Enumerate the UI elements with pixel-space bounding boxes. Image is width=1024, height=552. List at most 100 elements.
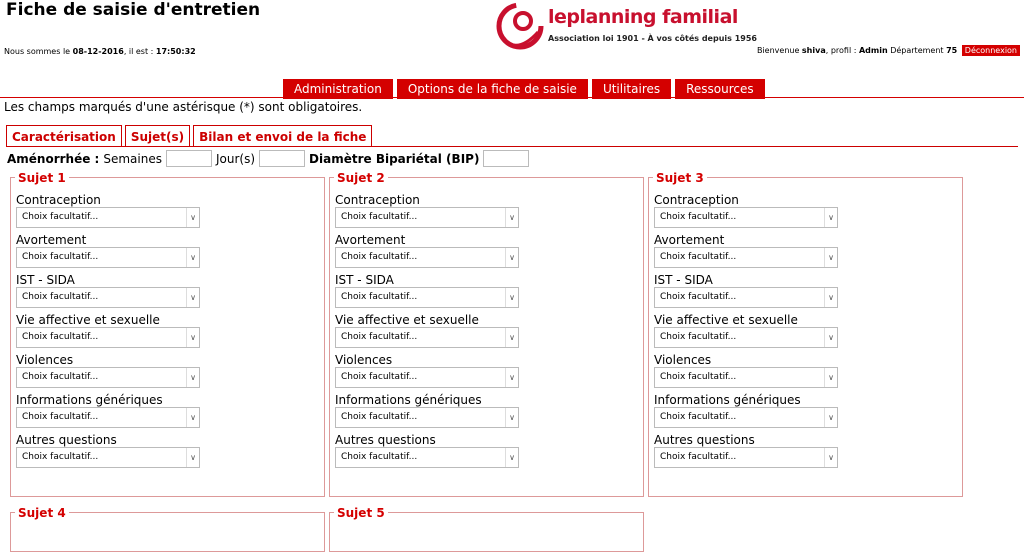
chevron-down-icon: ∨ [505,288,518,307]
page-title: Fiche de saisie d'entretien [6,0,261,20]
field-label: Vie affective et sexuelle [16,313,160,327]
select-value: Choix facultatif... [660,252,737,262]
select-value: Choix facultatif... [22,292,99,302]
weeks-input[interactable] [165,150,212,167]
chevron-down-icon: ∨ [824,368,837,387]
field-select[interactable]: Choix facultatif... ∨ [654,207,838,228]
field-label: Vie affective et sexuelle [335,313,479,327]
field-label: Informations génériques [654,393,801,407]
menu-item-utilitaires[interactable]: Utilitaires [591,79,672,99]
select-value: Choix facultatif... [660,452,737,462]
field-label: Avortement [335,233,406,247]
chevron-down-icon: ∨ [186,248,199,267]
chevron-down-icon: ∨ [505,328,518,347]
chevron-down-icon: ∨ [505,368,518,387]
select-value: Choix facultatif... [341,292,418,302]
select-value: Choix facultatif... [660,332,737,342]
date-prefix: Nous sommes le [4,47,71,56]
bip-input[interactable] [483,150,530,167]
field-select[interactable]: Choix facultatif... ∨ [16,407,200,428]
select-value: Choix facultatif... [660,212,737,222]
field-label: Contraception [335,193,420,207]
subject-panel-5: Sujet 5 [329,506,644,552]
chevron-down-icon: ∨ [186,208,199,227]
menu-item-ressources[interactable]: Ressources [675,79,765,99]
menu-divider [0,97,1024,98]
field-label: Violences [654,353,712,367]
logout-button[interactable]: Déconnexion [961,45,1020,56]
chevron-down-icon: ∨ [505,448,518,467]
field-select[interactable]: Choix facultatif... ∨ [16,207,200,228]
tab-bar: Caractérisation Sujet(s) Bilan et envoi … [6,125,373,147]
select-value: Choix facultatif... [660,372,737,382]
field-select[interactable]: Choix facultatif... ∨ [654,327,838,348]
subject-panel-4: Sujet 4 [10,506,325,552]
field-label: Avortement [16,233,87,247]
field-label: Violences [335,353,393,367]
username: shiva [801,46,826,55]
field-label: Violences [16,353,74,367]
tab-sujets[interactable]: Sujet(s) [124,125,191,147]
chevron-down-icon: ∨ [186,328,199,347]
logo-text: leplanning familial [548,6,738,28]
field-label: Avortement [654,233,725,247]
field-select[interactable]: Choix facultatif... ∨ [16,367,200,388]
chevron-down-icon: ∨ [824,448,837,467]
select-value: Choix facultatif... [22,372,99,382]
subject-legend: Sujet 2 [334,171,388,185]
chevron-down-icon: ∨ [824,408,837,427]
menu-item-administration[interactable]: Administration [283,79,393,99]
amenorrhee-row: Aménorrhée : Semaines Jour(s) Diamètre B… [7,150,530,167]
tab-caracterisation[interactable]: Caractérisation [6,125,122,147]
select-value: Choix facultatif... [22,452,99,462]
select-value: Choix facultatif... [341,452,418,462]
weeks-label: Semaines [103,151,162,166]
field-select[interactable]: Choix facultatif... ∨ [16,247,200,268]
field-select[interactable]: Choix facultatif... ∨ [16,327,200,348]
logo-subtitle: Association loi 1901 - À vos côtés depui… [548,34,757,43]
field-select[interactable]: Choix facultatif... ∨ [335,407,519,428]
current-date: 08-12-2016 [72,47,124,56]
bip-label: Diamètre Bipariétal (BIP) [309,151,480,166]
subject-legend: Sujet 5 [334,506,388,520]
select-value: Choix facultatif... [22,412,99,422]
field-select[interactable]: Choix facultatif... ∨ [16,447,200,468]
field-label: Autres questions [16,433,117,447]
field-label: Contraception [654,193,739,207]
field-label: IST - SIDA [335,273,394,287]
field-select[interactable]: Choix facultatif... ∨ [335,207,519,228]
select-value: Choix facultatif... [660,292,737,302]
welcome-prefix: Bienvenue [756,46,800,55]
chevron-down-icon: ∨ [186,288,199,307]
subject-panel-2: Sujet 2 Contraception Choix facultatif... ∨… [329,171,644,497]
field-select[interactable]: Choix facultatif... ∨ [16,287,200,308]
days-label: Jour(s) [215,151,256,166]
logo-swirl-icon [496,2,544,50]
select-value: Choix facultatif... [341,252,418,262]
subject-legend: Sujet 4 [15,506,69,520]
required-notice: Les champs marqués d'une astérisque (*) … [4,100,363,114]
field-select[interactable]: Choix facultatif... ∨ [654,247,838,268]
select-value: Choix facultatif... [22,332,99,342]
field-select[interactable]: Choix facultatif... ∨ [654,287,838,308]
tab-bilan[interactable]: Bilan et envoi de la fiche [193,125,373,147]
field-select[interactable]: Choix facultatif... ∨ [335,367,519,388]
field-label: Vie affective et sexuelle [654,313,798,327]
field-select[interactable]: Choix facultatif... ∨ [654,447,838,468]
field-label: Autres questions [335,433,436,447]
field-select[interactable]: Choix facultatif... ∨ [654,407,838,428]
field-select[interactable]: Choix facultatif... ∨ [335,447,519,468]
subject-panel-1: Sujet 1 Contraception Choix facultatif... ∨… [10,171,325,497]
menu-item-options[interactable]: Options de la fiche de saisie [396,79,588,99]
field-select[interactable]: Choix facultatif... ∨ [335,327,519,348]
date-line: Nous sommes le 08-12-2016, il est : 17:5… [4,47,196,56]
select-value: Choix facultatif... [22,252,99,262]
field-select[interactable]: Choix facultatif... ∨ [335,247,519,268]
current-time: 17:50:32 [155,47,196,56]
field-select[interactable]: Choix facultatif... ∨ [654,367,838,388]
days-input[interactable] [259,150,306,167]
main-menu: Administration Options de la fiche de sa… [283,79,765,99]
field-select[interactable]: Choix facultatif... ∨ [335,287,519,308]
chevron-down-icon: ∨ [824,328,837,347]
field-label: IST - SIDA [16,273,75,287]
